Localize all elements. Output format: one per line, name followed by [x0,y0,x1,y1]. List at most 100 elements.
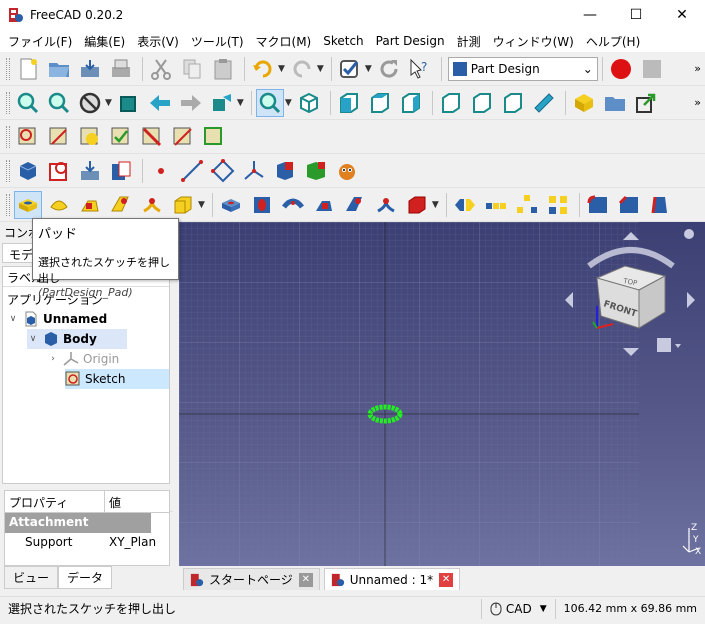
menu-macro[interactable]: マクロ(M) [250,33,318,50]
chamfer-icon[interactable] [615,191,643,219]
arrow-down-icon[interactable] [623,348,639,356]
view-menu-cube-icon[interactable] [657,338,671,352]
sketch-merge-icon[interactable] [138,123,166,151]
additive-primitive-dropdown-icon[interactable]: ▼ [198,200,205,210]
toolbar-grip[interactable] [6,57,10,80]
linear-pattern-icon[interactable] [482,191,510,219]
additive-pipe-icon[interactable] [107,191,135,219]
chevron-right-icon[interactable]: › [47,354,59,364]
sketch-plane-icon[interactable] [200,123,228,151]
tree-item-body[interactable]: ∨ Body [27,329,127,349]
menu-sketch[interactable]: Sketch [317,34,369,48]
tab-start-page[interactable]: スタートページ ✕ [183,568,320,590]
fillet-icon[interactable] [584,191,612,219]
tree-item-sketch[interactable]: Sketch [65,369,169,389]
clone-icon[interactable] [271,157,299,185]
rotate-arc-icon[interactable] [587,247,675,269]
import-icon[interactable] [76,157,104,185]
copy-icon[interactable] [178,55,206,83]
undo-icon[interactable] [249,55,277,83]
menu-file[interactable]: ファイル(F) [2,33,78,50]
arrow-up-icon[interactable] [623,232,639,240]
mirrored-icon[interactable] [451,191,479,219]
record-macro-icon[interactable] [607,55,635,83]
tab-unnamed[interactable]: Unnamed : 1* ✕ [323,568,461,590]
tree-item-unnamed[interactable]: ∨ Unnamed [7,309,107,329]
datum-point-icon[interactable] [147,157,175,185]
check-sketch-icon[interactable] [107,123,135,151]
close-tab-icon[interactable]: ✕ [439,572,454,587]
draft-icon[interactable] [646,191,674,219]
navigation-style-selector[interactable]: CAD ▼ [480,598,555,619]
create-sketch-icon[interactable] [14,123,42,151]
arrow-left-icon[interactable] [565,292,573,308]
arrow-right-icon[interactable] [687,292,695,308]
right-view-icon[interactable] [397,89,425,117]
measure-distance-icon[interactable] [530,89,558,117]
check-dropdown-icon[interactable]: ▼ [365,64,372,74]
open-folder-icon[interactable] [45,55,73,83]
groove-icon[interactable] [279,191,307,219]
maximize-button[interactable]: ☐ [613,0,659,30]
create-part-icon[interactable] [570,89,598,117]
std-views-dropdown-icon[interactable]: ▼ [285,98,292,108]
bottom-view-icon[interactable] [468,89,496,117]
sync-dropdown-icon[interactable]: ▼ [237,98,244,108]
sketch-circle[interactable] [365,402,405,426]
workbench-selector[interactable]: Part Design ⌄ [447,56,598,81]
draw-style-dropdown-icon[interactable]: ▼ [105,98,112,108]
forward-arrow-icon[interactable] [177,89,205,117]
datum-line-icon[interactable] [178,157,206,185]
menu-tools[interactable]: ツール(T) [185,33,250,50]
recompute-icon[interactable] [375,55,403,83]
3d-viewport[interactable]: TOP FRONT Z Y X [179,222,705,566]
sync-view-icon[interactable] [208,89,236,117]
subtractive-helix-icon[interactable] [372,191,400,219]
toolbar-grip[interactable] [6,193,10,216]
std-views-icon[interactable] [255,88,284,117]
menu-measure[interactable]: 計測 [451,33,487,50]
sketch-mirror-icon[interactable] [169,123,197,151]
sub-shape-binder-icon[interactable] [302,157,330,185]
chevron-down-icon[interactable] [675,344,681,348]
toolbar-overflow-icon[interactable]: » [694,62,701,75]
close-tab-icon[interactable]: ✕ [298,572,313,587]
top-view-icon[interactable] [366,89,394,117]
chevron-down-icon[interactable]: ∨ [27,334,39,344]
local-coordinate-system-icon[interactable] [240,157,268,185]
revolution-icon[interactable] [45,191,73,219]
save-as-icon[interactable] [107,55,135,83]
additive-primitive-icon[interactable] [169,191,197,219]
toolbar-grip[interactable] [6,159,10,182]
new-file-icon[interactable] [14,55,42,83]
isometric-icon[interactable] [295,89,323,117]
cut-icon[interactable] [147,55,175,83]
back-arrow-icon[interactable] [146,89,174,117]
new-sketch-icon[interactable] [45,157,73,185]
front-view-icon[interactable] [335,89,363,117]
create-link-icon[interactable] [632,89,660,117]
menu-part-design[interactable]: Part Design [370,34,451,48]
additive-loft-icon[interactable] [76,191,104,219]
pocket-icon[interactable] [217,191,245,219]
minimize-button[interactable]: — [567,0,613,30]
menu-window[interactable]: ウィンドウ(W) [487,33,580,50]
navigation-cube[interactable]: TOP FRONT [561,228,701,368]
pad-icon[interactable] [14,190,42,219]
bounding-box-icon[interactable] [115,89,143,117]
left-view-icon[interactable] [499,89,527,117]
tab-data[interactable]: データ [58,566,113,589]
tree-item-origin[interactable]: › Origin [47,349,119,369]
toolbar-grip[interactable] [6,125,10,148]
toolbar-grip[interactable] [6,91,10,114]
subtractive-primitive-dropdown-icon[interactable]: ▼ [432,200,439,210]
fit-selection-icon[interactable] [45,89,73,117]
hole-icon[interactable] [248,191,276,219]
refresh-check-icon[interactable] [336,55,364,83]
property-group-attachment[interactable]: Attachment [5,513,151,533]
toolbar-overflow-icon[interactable]: » [694,96,701,109]
menu-view[interactable]: 表示(V) [131,33,185,50]
create-group-icon[interactable] [601,89,629,117]
close-window-button[interactable]: ✕ [659,0,705,30]
property-row-support[interactable]: Support XY_Plan [5,533,169,553]
